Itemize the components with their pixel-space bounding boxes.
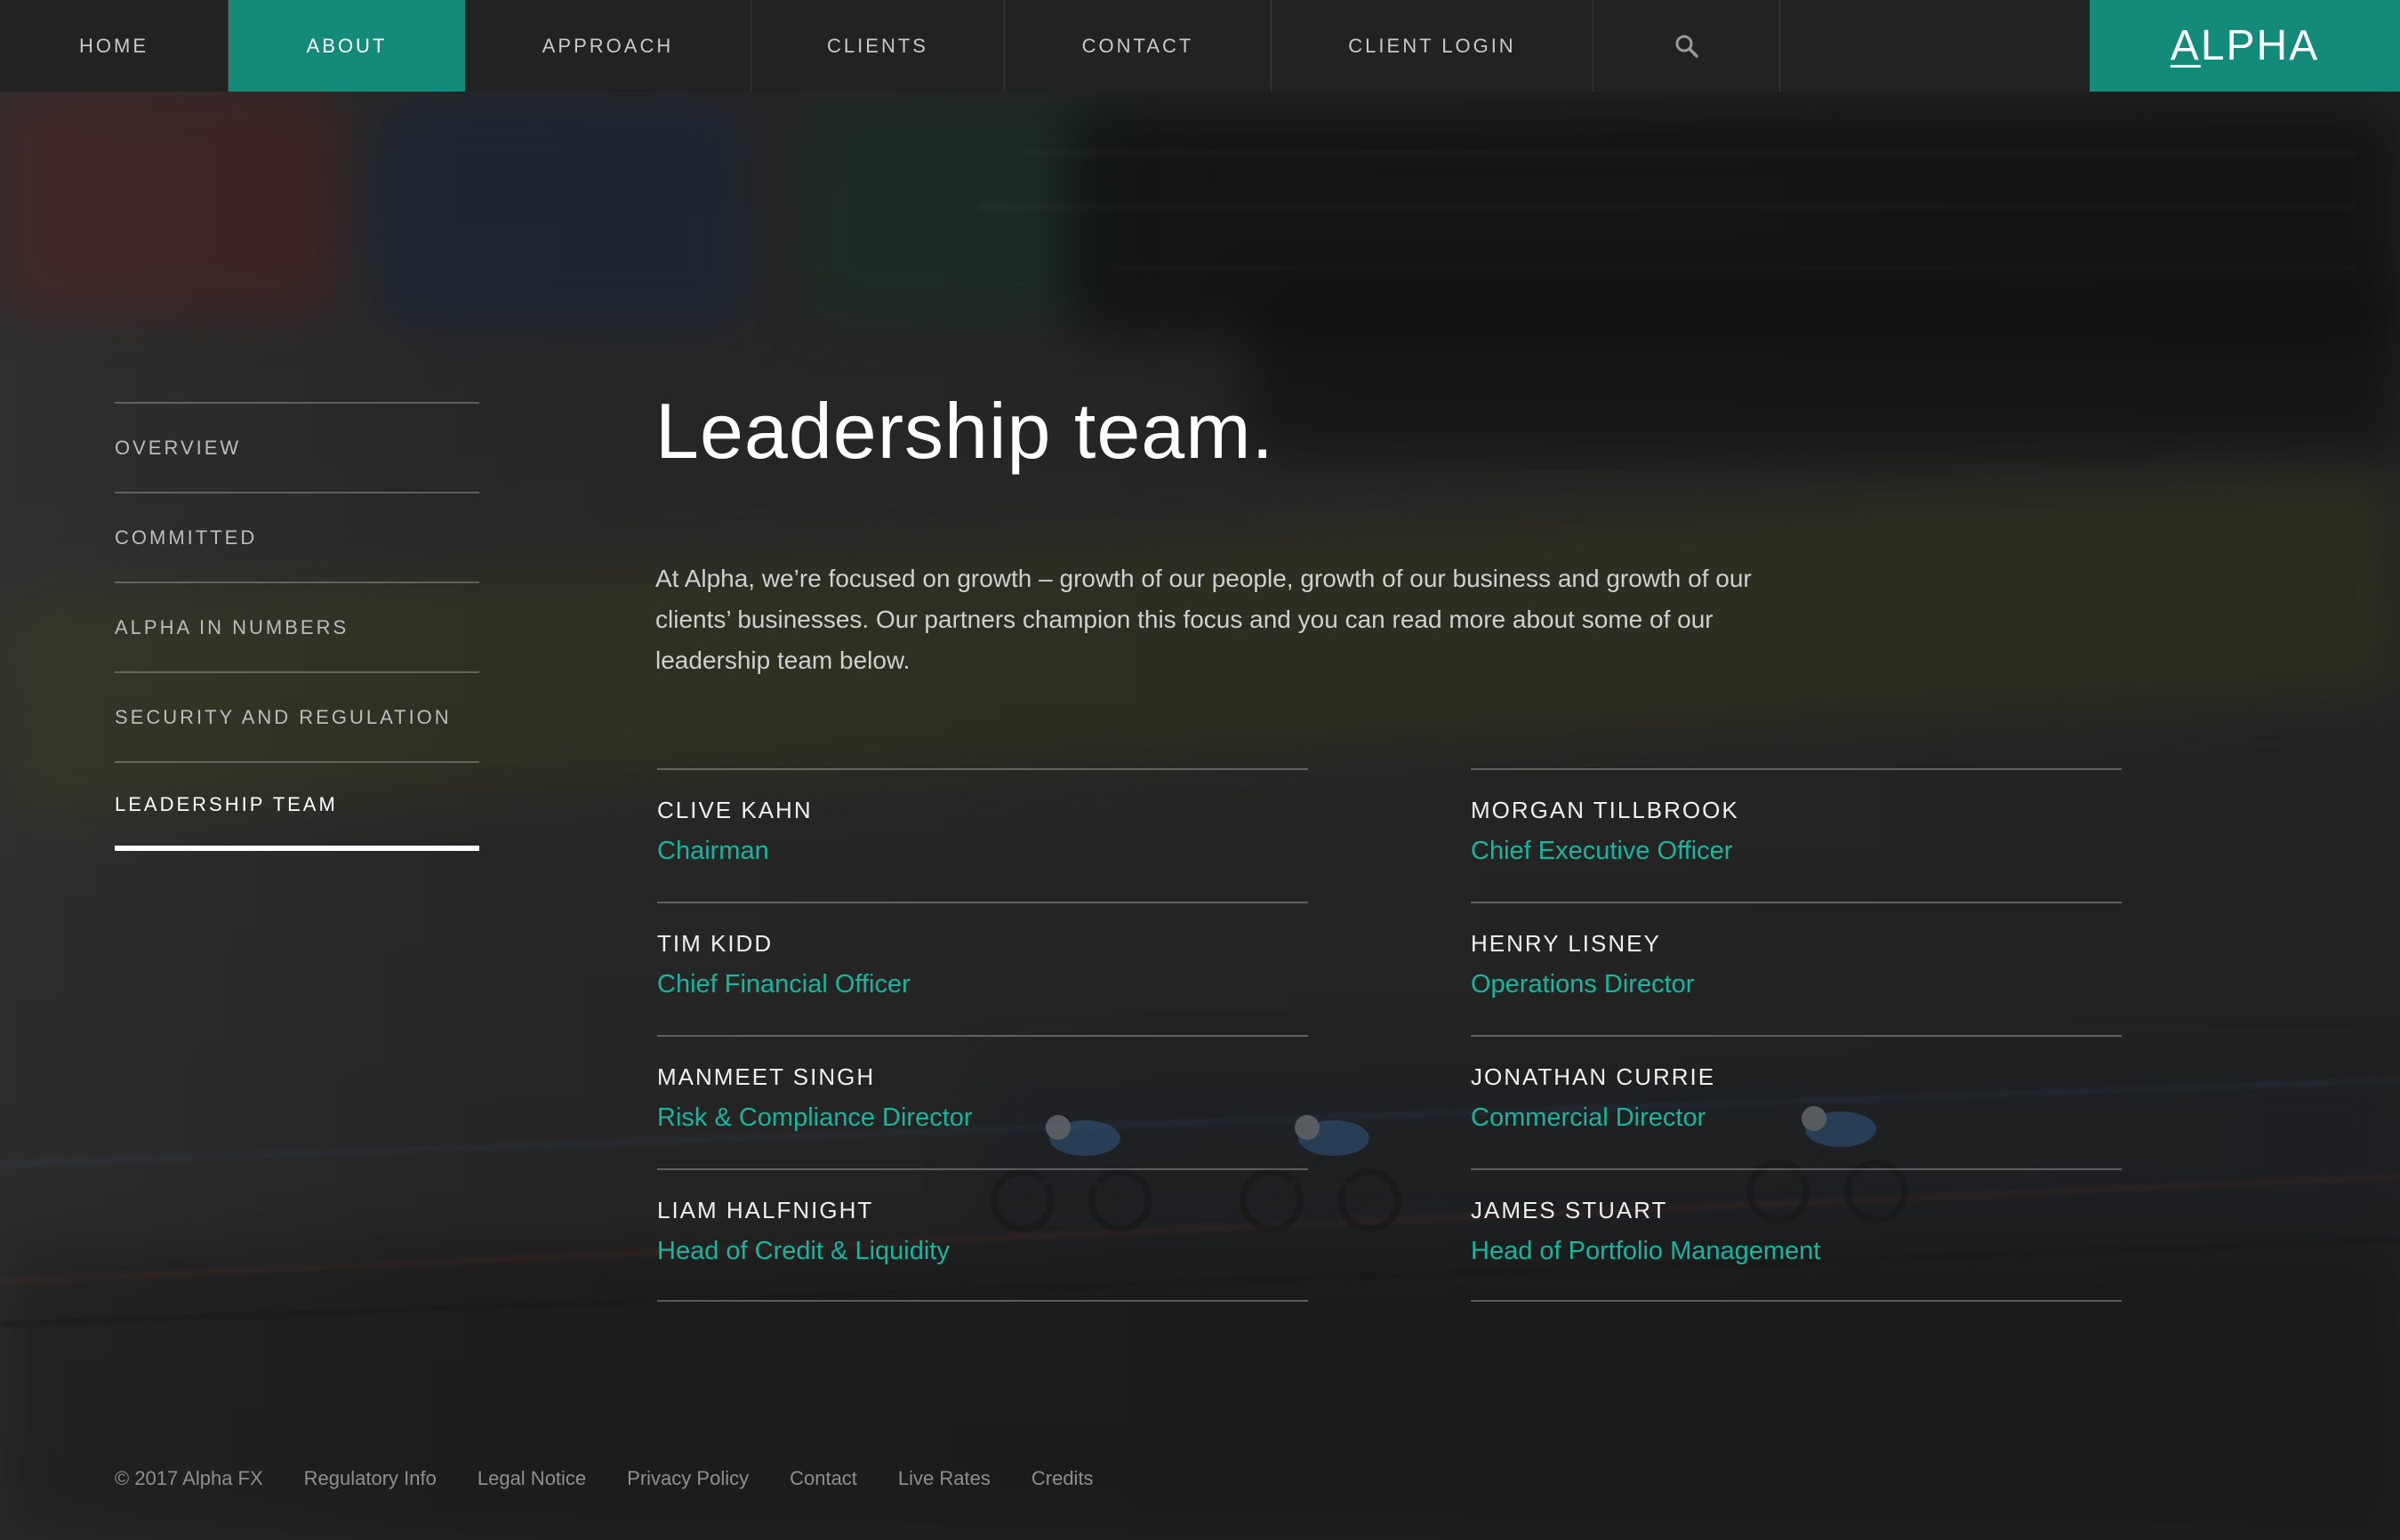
logo-first-letter: A <box>2170 22 2201 69</box>
member-name: JONATHAN CURRIE <box>1471 1063 1716 1090</box>
member-name: LIAM HALFNIGHT <box>657 1197 874 1223</box>
search-icon <box>1675 35 1698 58</box>
member-name: HENRY LISNEY <box>1471 930 1661 957</box>
footer-link-privacy-policy[interactable]: Privacy Policy <box>627 1467 749 1490</box>
main-content: Leadership team. At Alpha, we’re focused… <box>655 373 2123 1302</box>
footer-link-live-rates[interactable]: Live Rates <box>898 1467 991 1490</box>
page-title: Leadership team. <box>655 387 1274 475</box>
footer-link-contact[interactable]: Contact <box>790 1467 857 1490</box>
team-member[interactable]: JAMES STUART Head of Portfolio Managemen… <box>1471 1168 2122 1302</box>
alpha-logo[interactable]: A LPHA <box>2090 0 2400 92</box>
team-member[interactable]: JONATHAN CURRIE Commercial Director <box>1471 1035 2122 1168</box>
member-role-link[interactable]: Chief Executive Officer <box>1471 836 2122 866</box>
team-member[interactable]: MANMEET SINGH Risk & Compliance Director <box>657 1035 1308 1168</box>
top-navigation: HOME ABOUT APPROACH CLIENTS CONTACT CLIE… <box>0 0 2400 92</box>
logo-rest: LPHA <box>2200 22 2320 69</box>
member-name: TIM KIDD <box>657 930 774 957</box>
member-role-link[interactable]: Risk & Compliance Director <box>657 1103 1308 1133</box>
nav-search-button[interactable] <box>1593 0 1780 92</box>
sidebar-item-overview[interactable]: OVERVIEW <box>115 402 479 492</box>
footer-link-credits[interactable]: Credits <box>1031 1467 1094 1490</box>
member-role-link[interactable]: Commercial Director <box>1471 1103 2122 1133</box>
team-column-right: MORGAN TILLBROOK Chief Executive Officer… <box>1471 768 2122 1302</box>
sidebar-item-security-and-regulation[interactable]: SECURITY AND REGULATION <box>115 671 479 761</box>
sidebar-item-alpha-in-numbers[interactable]: ALPHA IN NUMBERS <box>115 582 479 671</box>
team-member[interactable]: HENRY LISNEY Operations Director <box>1471 902 2122 1035</box>
team-member[interactable]: LIAM HALFNIGHT Head of Credit & Liquidit… <box>657 1168 1308 1302</box>
team-column-left: CLIVE KAHN Chairman TIM KIDD Chief Finan… <box>657 768 1308 1302</box>
nav-client-login[interactable]: CLIENT LOGIN <box>1272 0 1593 92</box>
member-role-link[interactable]: Chairman <box>657 836 1308 866</box>
footer-copyright: © 2017 Alpha FX <box>115 1467 263 1489</box>
nav-clients[interactable]: CLIENTS <box>751 0 1005 92</box>
member-name: MANMEET SINGH <box>657 1063 876 1090</box>
sidebar-item-leadership-team[interactable]: LEADERSHIP TEAM <box>115 761 479 851</box>
nav-approach[interactable]: APPROACH <box>465 0 751 92</box>
team-member[interactable]: TIM KIDD Chief Financial Officer <box>657 902 1308 1035</box>
member-role-link[interactable]: Head of Portfolio Management <box>1471 1236 2122 1266</box>
intro-paragraph: At Alpha, we’re focused on growth – grow… <box>655 565 1752 674</box>
nav-about[interactable]: ABOUT <box>229 0 465 92</box>
member-name: MORGAN TILLBROOK <box>1471 797 1739 823</box>
page: HOME ABOUT APPROACH CLIENTS CONTACT CLIE… <box>0 0 2400 1540</box>
member-role-link[interactable]: Chief Financial Officer <box>657 969 1308 999</box>
member-name: CLIVE KAHN <box>657 797 813 823</box>
team-member[interactable]: MORGAN TILLBROOK Chief Executive Officer <box>1471 768 2122 902</box>
member-name: JAMES STUART <box>1471 1197 1668 1223</box>
nav-home[interactable]: HOME <box>0 0 229 92</box>
nav-contact[interactable]: CONTACT <box>1005 0 1272 92</box>
section-sidebar: OVERVIEW COMMITTED ALPHA IN NUMBERS SECU… <box>115 402 479 851</box>
sidebar-item-committed[interactable]: COMMITTED <box>115 492 479 582</box>
footer-link-regulatory-info[interactable]: Regulatory Info <box>304 1467 437 1490</box>
member-role-link[interactable]: Operations Director <box>1471 969 2122 999</box>
team-member[interactable]: CLIVE KAHN Chairman <box>657 768 1308 902</box>
footer-link-legal-notice[interactable]: Legal Notice <box>478 1467 586 1490</box>
member-role-link[interactable]: Head of Credit & Liquidity <box>657 1236 1308 1266</box>
footer: © 2017 Alpha FX Regulatory Info Legal No… <box>115 1467 1135 1490</box>
